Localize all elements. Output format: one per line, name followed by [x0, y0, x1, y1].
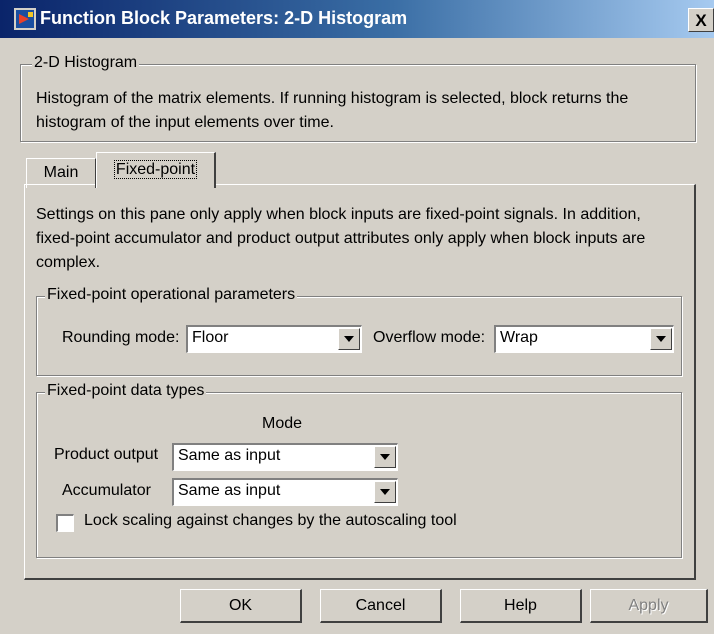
overflow-mode-dropdown[interactable]: Wrap [494, 325, 674, 353]
rounding-mode-value: Floor [192, 329, 229, 346]
accumulator-value: Same as input [178, 482, 281, 499]
help-button[interactable]: Help [460, 589, 582, 623]
accumulator-dropdown[interactable]: Same as input [172, 478, 398, 506]
tab-main-label: Main [43, 164, 79, 181]
chevron-down-icon[interactable] [374, 481, 396, 503]
intro-line1: Settings on this pane only apply when bl… [36, 206, 641, 223]
data-types-group [36, 392, 682, 558]
rounding-mode-dropdown[interactable]: Floor [186, 325, 362, 353]
chevron-down-icon[interactable] [374, 446, 396, 468]
ok-button[interactable]: OK [180, 589, 302, 623]
lock-scaling-checkbox[interactable] [56, 514, 74, 532]
tab-main[interactable]: Main [26, 158, 96, 188]
apply-button[interactable]: Apply [590, 589, 708, 623]
product-output-label: Product output [54, 446, 159, 463]
accumulator-label: Accumulator [62, 482, 151, 499]
tab-fixed-point[interactable]: Fixed-point [96, 152, 216, 188]
product-output-dropdown[interactable]: Same as input [172, 443, 398, 471]
data-types-title: Fixed-point data types [45, 382, 207, 400]
intro-line2: fixed-point accumulator and product outp… [36, 230, 646, 247]
operational-params-title: Fixed-point operational parameters [45, 286, 298, 304]
mode-column-header: Mode [262, 415, 303, 432]
cancel-button[interactable]: Cancel [320, 589, 442, 623]
block-description-line2: histogram of the input elements over tim… [36, 114, 334, 131]
tab-fixed-point-label: Fixed-point [113, 160, 198, 179]
block-description-line1: Histogram of the matrix elements. If run… [36, 90, 629, 107]
rounding-mode-label: Rounding mode: [62, 329, 180, 346]
simulink-block-icon [14, 8, 36, 30]
close-button[interactable]: X [688, 8, 714, 32]
overflow-mode-value: Wrap [500, 329, 538, 346]
chevron-down-icon[interactable] [650, 328, 672, 350]
product-output-value: Same as input [178, 447, 281, 464]
window-title: Function Block Parameters: 2-D Histogram [40, 8, 408, 28]
chevron-down-icon[interactable] [338, 328, 360, 350]
intro-line3: complex. [36, 254, 101, 271]
overflow-mode-label: Overflow mode: [373, 329, 486, 346]
block-group-title: 2-D Histogram [32, 54, 140, 72]
lock-scaling-label: Lock scaling against changes by the auto… [84, 512, 457, 529]
